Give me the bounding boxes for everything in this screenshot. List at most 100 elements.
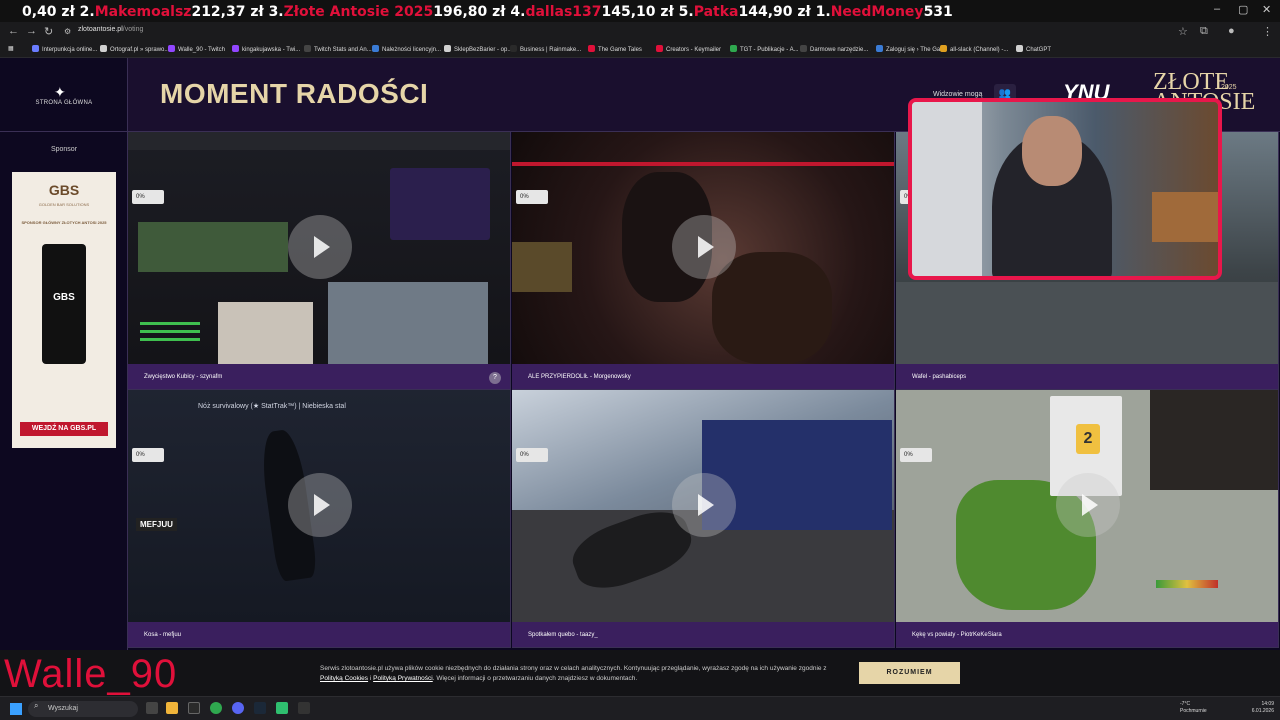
- home-link[interactable]: ✦ STRONA GŁÓWNA: [0, 58, 128, 132]
- bookmark-item[interactable]: TGT - Publikacje - A...: [730, 45, 799, 53]
- site-info-icon[interactable]: ⚙: [64, 27, 71, 36]
- clip-caption-bar: Wafel - pashabiceps: [896, 364, 1278, 389]
- bookmark-item[interactable]: Darmowe narzędzie...: [800, 45, 868, 53]
- bookmark-label: SklepBezBarier - op...: [454, 47, 513, 53]
- clip-tile[interactable]: 0% ALE PRZYPIERDOLIŁ - Morgenowsky: [512, 132, 895, 390]
- apps-icon[interactable]: ▦: [8, 45, 14, 52]
- ticker-segment: NeedMoney: [830, 4, 924, 20]
- clip-tile[interactable]: 0% Zwycięstwo Kubicy - szynafm ?: [128, 132, 511, 390]
- clip-title: Zwycięstwo Kubicy - szynafm: [144, 374, 223, 380]
- bookmark-favicon-icon: [800, 45, 807, 52]
- sponsor-ad[interactable]: GBS GOLDEN BAR SOLUTIONS SPONSOR GŁÓWNY …: [12, 172, 116, 448]
- bookmark-item[interactable]: SklepBezBarier - op...: [444, 45, 512, 53]
- clip-tile[interactable]: Nóż survivalowy (★ StatTrak™) | Niebiesk…: [128, 390, 511, 648]
- ticker-segment: Makemoalsz: [94, 4, 192, 20]
- steam-icon[interactable]: [254, 702, 266, 714]
- accept-cookies-button[interactable]: ROZUMIEM: [859, 662, 960, 684]
- bookmark-favicon-icon: [730, 45, 737, 52]
- profile-avatar[interactable]: ●: [1228, 25, 1235, 37]
- minimize-icon[interactable]: –: [1214, 3, 1220, 15]
- play-icon[interactable]: [672, 215, 736, 279]
- obs-icon[interactable]: [298, 702, 310, 714]
- clip-title: Spotkałem quebo - taazy_: [528, 632, 598, 638]
- bookmark-item[interactable]: kingakujawska - Twi...: [232, 45, 300, 53]
- file-explorer-icon[interactable]: [166, 702, 178, 714]
- donation-ticker: 0,40 zł 2.Makemoalsz212,37 zł 3.Złote An…: [22, 4, 953, 20]
- ticker-segment: 212,37 zł 3.: [191, 4, 284, 20]
- cookies-policy-link[interactable]: Polityką Cookies: [320, 675, 368, 682]
- search-icon: ⌕: [34, 701, 39, 710]
- bookmark-favicon-icon: [656, 45, 663, 52]
- app-icon[interactable]: [276, 702, 288, 714]
- taskbar-search[interactable]: Wyszukaj: [28, 701, 138, 717]
- privacy-policy-link[interactable]: Polityką Prywatności: [373, 675, 433, 682]
- clip-title: Kękę vs powiaty - PiotrKeKeSiara: [912, 632, 1002, 638]
- chrome-icon[interactable]: [210, 702, 222, 714]
- bookmark-label: all-slack (Channel) -...: [950, 47, 1009, 53]
- bookmark-favicon-icon: [232, 45, 239, 52]
- help-icon[interactable]: ?: [489, 372, 501, 384]
- vote-percent-badge: 0%: [516, 190, 548, 204]
- play-icon[interactable]: [288, 215, 352, 279]
- bookmark-item[interactable]: Twitch Stats and An...: [304, 45, 372, 53]
- bookmark-label: Zaloguj się › The Ga...: [886, 47, 946, 53]
- bookmark-item[interactable]: Ortograf.pl » sprawo...: [100, 45, 169, 53]
- forward-icon[interactable]: →: [26, 25, 37, 37]
- maximize-icon[interactable]: ▢: [1238, 3, 1248, 16]
- home-label: STRONA GŁÓWNA: [35, 100, 93, 106]
- menu-icon[interactable]: ⋮: [1262, 25, 1273, 38]
- vote-percent-badge: 0%: [132, 190, 164, 204]
- bookmark-label: Ortograf.pl » sprawo...: [110, 47, 170, 53]
- clip-tile[interactable]: 2 0% Kękę vs powiaty - PiotrKeKeSiara: [896, 390, 1279, 648]
- store-icon[interactable]: [188, 702, 200, 714]
- play-icon[interactable]: [1056, 473, 1120, 537]
- ticker-segment: Złote Antosie 2025: [283, 4, 434, 20]
- clip-tile[interactable]: 0% Spotkałem quebo - taazy_: [512, 390, 895, 648]
- bookmark-favicon-icon: [876, 45, 883, 52]
- close-icon[interactable]: ✕: [1262, 3, 1271, 16]
- bookmark-favicon-icon: [940, 45, 947, 52]
- bookmark-favicon-icon: [304, 45, 311, 52]
- extensions-icon[interactable]: ⧉: [1200, 25, 1208, 38]
- clip-caption-bar: Kosa - mefjuu: [128, 622, 510, 647]
- address-bar: ← → ↻ ⚙ zlotoantosie.pl/voting ☆ ⧉ ● ⋮: [0, 22, 1280, 42]
- left-sidebar: ✦ STRONA GŁÓWNA Sponsor GBS GOLDEN BAR S…: [0, 58, 128, 650]
- ticker-segment: 144,90 zł: [738, 4, 811, 20]
- task-view-icon[interactable]: [146, 702, 158, 714]
- start-icon[interactable]: [10, 703, 22, 715]
- ad-cta-button[interactable]: WEJDŹ NA GBS.PL: [20, 422, 108, 436]
- bookmark-label: TGT - Publikacje - A...: [740, 47, 799, 53]
- clip-caption-bar: Kękę vs powiaty - PiotrKeKeSiara: [896, 622, 1278, 647]
- taskbar: Wyszukaj ⌕ -7°C Pochmurnie 14:09 6.01.2026: [0, 696, 1280, 720]
- url-field[interactable]: zlotoantosie.pl/voting: [78, 26, 143, 33]
- page-title: MOMENT RADOŚCI: [160, 78, 429, 109]
- bookmark-item[interactable]: Należności licencyjn...: [372, 45, 441, 53]
- kosa-streamer-tag: MEFJUU: [136, 518, 177, 531]
- bookmark-favicon-icon: [444, 45, 451, 52]
- system-clock[interactable]: 14:09 6.01.2026: [1240, 701, 1274, 715]
- bookmark-item[interactable]: Zaloguj się › The Ga...: [876, 45, 945, 53]
- bookmark-label: Interpunkcja online...: [42, 47, 98, 53]
- bookmark-favicon-icon: [100, 45, 107, 52]
- ad-logo: GBS: [48, 182, 80, 198]
- bookmark-label: Walle_90 - Twitch: [178, 47, 226, 53]
- bookmark-item[interactable]: Business | Rainmake...: [510, 45, 581, 53]
- quiz-shield-number: 2: [1076, 424, 1100, 454]
- bookmark-star-icon[interactable]: ☆: [1178, 25, 1188, 38]
- bookmark-item[interactable]: Walle_90 - Twitch: [168, 45, 225, 53]
- weather-widget[interactable]: -7°C Pochmurnie: [1180, 701, 1207, 715]
- vote-percent-badge: 0%: [516, 448, 548, 462]
- play-icon[interactable]: [288, 473, 352, 537]
- bookmark-item[interactable]: Interpunkcja online...: [32, 45, 97, 53]
- bookmark-favicon-icon: [510, 45, 517, 52]
- bookmark-item[interactable]: all-slack (Channel) -...: [940, 45, 1008, 53]
- discord-icon[interactable]: [232, 702, 244, 714]
- bookmark-item[interactable]: ChatGPT: [1016, 45, 1051, 53]
- bookmark-item[interactable]: The Game Tales: [588, 45, 642, 53]
- home-arrow-icon: ✦: [54, 84, 66, 100]
- reload-icon[interactable]: ↻: [44, 25, 53, 38]
- bookmark-favicon-icon: [168, 45, 175, 52]
- play-icon[interactable]: [672, 473, 736, 537]
- back-icon[interactable]: ←: [8, 25, 19, 37]
- bookmark-item[interactable]: Creators - Keymailer: [656, 45, 721, 53]
